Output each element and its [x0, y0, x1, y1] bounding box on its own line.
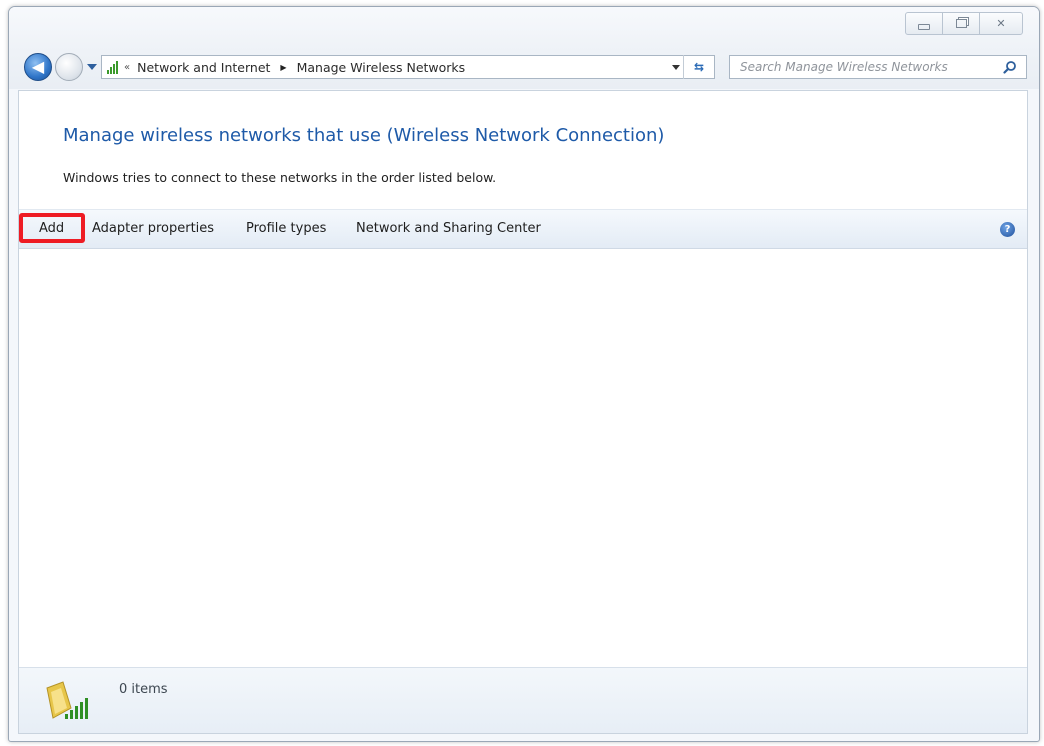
breadcrumb-arrow-icon[interactable]: ▶	[280, 63, 286, 72]
item-count: 0 items	[119, 682, 168, 697]
address-bar[interactable]: « Network and Internet ▶ Manage Wireless…	[101, 55, 715, 79]
network-sharing-center-button[interactable]: Network and Sharing Center	[356, 221, 541, 236]
breadcrumb-overflow[interactable]: «	[124, 62, 130, 73]
minimize-button[interactable]	[905, 12, 943, 35]
maximize-button[interactable]	[942, 12, 980, 35]
wireless-network-icon	[46, 681, 88, 719]
page-description: Windows tries to connect to these networ…	[63, 170, 497, 185]
forward-button[interactable]	[55, 53, 83, 81]
wireless-network-icon	[107, 60, 118, 74]
breadcrumb-network-and-internet[interactable]: Network and Internet	[137, 60, 270, 75]
adapter-properties-button[interactable]: Adapter properties	[92, 221, 214, 236]
refresh-button[interactable]: ⇆	[683, 55, 714, 79]
details-pane: 0 items	[19, 667, 1027, 733]
back-button[interactable]: ◀	[24, 53, 52, 81]
back-arrow-icon: ◀	[31, 57, 45, 76]
window: ✕ ◀ « Network and Internet ▶ Manage Wire…	[8, 6, 1040, 742]
recent-pages-dropdown[interactable]	[87, 64, 97, 70]
close-button[interactable]: ✕	[979, 12, 1023, 35]
command-bar: Add Adapter properties Profile types Net…	[19, 209, 1027, 249]
page-title: Manage wireless networks that use (Wirel…	[63, 125, 665, 146]
address-dropdown-icon[interactable]	[672, 65, 680, 70]
search-box[interactable]	[729, 55, 1027, 79]
search-input[interactable]	[730, 56, 1000, 78]
maximize-icon	[955, 19, 967, 28]
caption-buttons: ✕	[905, 12, 1023, 35]
help-icon[interactable]: ?	[1000, 222, 1015, 237]
minimize-icon	[918, 23, 930, 30]
navigation-bar: ◀ « Network and Internet ▶ Manage Wirele…	[21, 53, 1027, 81]
content-pane: Manage wireless networks that use (Wirel…	[18, 90, 1028, 734]
search-icon[interactable]	[1003, 60, 1017, 74]
add-button[interactable]: Add	[39, 221, 64, 236]
close-icon: ✕	[996, 17, 1006, 30]
breadcrumb-manage-wireless-networks[interactable]: Manage Wireless Networks	[297, 60, 466, 75]
profile-types-button[interactable]: Profile types	[246, 221, 326, 236]
